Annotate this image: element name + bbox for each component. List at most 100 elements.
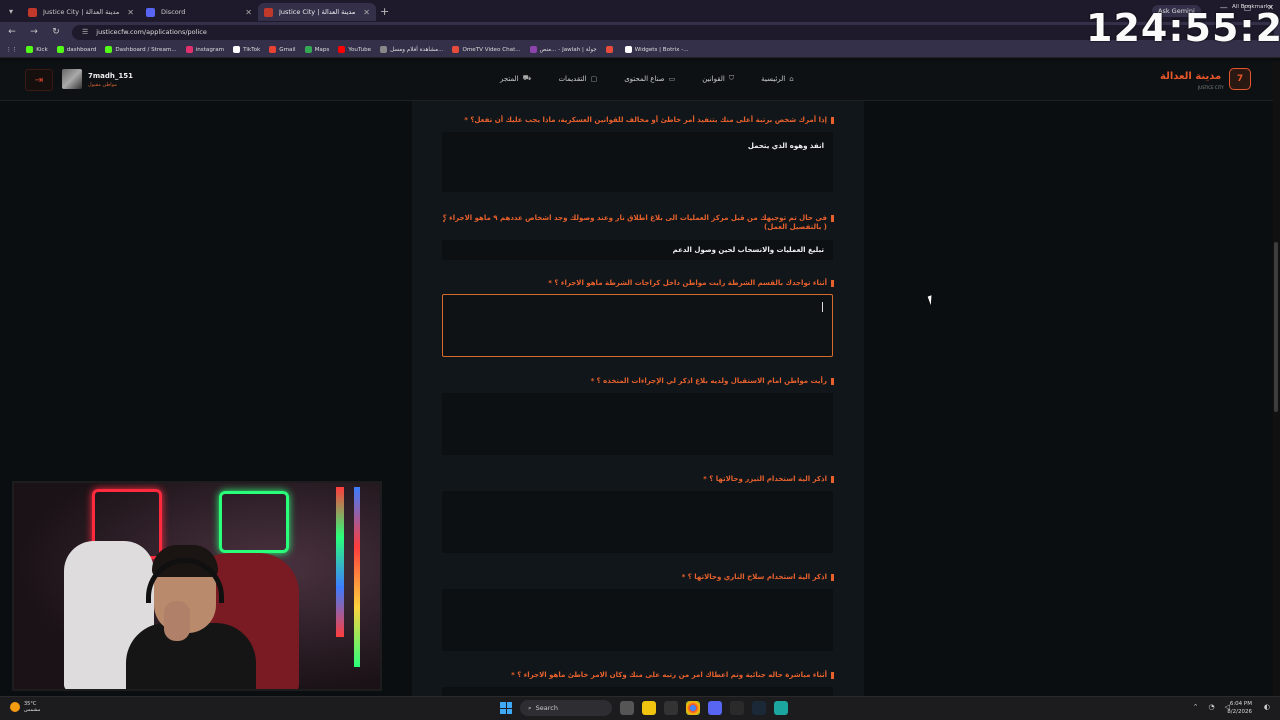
system-tray: ⌃ ◔ ◁ xyxy=(1193,703,1230,711)
tab-close-icon[interactable]: ✕ xyxy=(363,8,370,17)
steam-icon[interactable] xyxy=(752,701,766,715)
bookmark-item[interactable]: منص... - Jawlah | جولة xyxy=(529,46,597,53)
brand-logo-icon[interactable]: 7 xyxy=(1229,68,1251,90)
bookmark-item[interactable]: TikTok xyxy=(233,46,260,53)
tab-label: Justice City | مدينة العدالة xyxy=(279,8,356,16)
bookmark-label: dashboard xyxy=(66,46,97,53)
logout-icon: ⇥ xyxy=(34,74,44,86)
bookmark-item[interactable]: instagram xyxy=(185,46,225,53)
bookmark-item[interactable]: Gmail xyxy=(269,46,296,53)
apps-icon[interactable]: ⋮⋮ xyxy=(6,47,17,53)
taskbar-date: 8/2/2026 xyxy=(1227,709,1252,715)
answer-text: تبليغ العمليات والانسحاب لحين وصول الدعم xyxy=(672,246,824,254)
question-label: اذكر الية استخدام سلاح الناري وحالاتها ؟… xyxy=(442,573,834,582)
question-label: إذا أمرك شخص برتبة أعلى منك بتنفيذ أمر خ… xyxy=(442,116,834,125)
bookmark-label: Kick xyxy=(36,46,48,53)
stream-timer: 124:55:25 xyxy=(1086,6,1280,50)
nav-home[interactable]: ⌂ الرئيسية xyxy=(761,74,794,83)
bookmark-favicon-icon xyxy=(338,46,346,53)
bookmark-item[interactable]: Maps xyxy=(304,46,329,53)
tab-label: Justice City | مدينة العدالة xyxy=(43,8,120,16)
nav-label: الرئيسية xyxy=(761,74,786,83)
bookmark-label: Widgets | Botrix -... xyxy=(634,46,689,53)
nav-creators[interactable]: ▭ صناع المحتوى xyxy=(624,74,675,83)
page-scrollbar[interactable] xyxy=(1273,62,1280,696)
terminal-icon[interactable] xyxy=(664,701,678,715)
search-icon: ⌕ xyxy=(528,703,532,712)
edge-icon[interactable] xyxy=(774,701,788,715)
answer-textarea[interactable]: انفذ وهوه الذي يتحمل xyxy=(442,132,833,192)
discord-icon xyxy=(146,7,155,17)
answer-textarea[interactable] xyxy=(442,589,833,651)
tab-search-icon[interactable]: ▾ xyxy=(0,0,22,22)
bookmark-item[interactable]: OmeTV Video Chat... xyxy=(452,46,521,53)
chrome-icon[interactable] xyxy=(686,701,700,715)
logout-button[interactable]: ⇥ xyxy=(25,69,53,91)
browser-tab-active[interactable]: Justice City | مدينة العدالة ✕ xyxy=(258,3,376,21)
brand-subtitle: JUSTICE CITY xyxy=(1198,85,1224,90)
back-icon[interactable]: ← xyxy=(6,27,18,37)
question-label: أثناء تواجدك بالقسم الشرطة رايت مواطن دا… xyxy=(442,279,834,288)
bookmark-item[interactable]: مشاهدة أفلام ومسل... xyxy=(380,46,443,53)
notification-icon[interactable]: ◐ xyxy=(1264,703,1270,711)
new-tab-button[interactable]: + xyxy=(380,5,389,18)
answer-textarea-focused[interactable] xyxy=(442,294,833,357)
nav-label: صناع المحتوى xyxy=(624,74,665,83)
discord-icon[interactable] xyxy=(708,701,722,715)
avatar[interactable] xyxy=(62,69,82,89)
home-icon: ⌂ xyxy=(789,74,794,83)
brand-title[interactable]: مدينة العدالة xyxy=(1160,71,1221,82)
wifi-icon[interactable]: ◔ xyxy=(1209,703,1215,711)
streamer-body xyxy=(126,623,256,689)
bookmark-favicon-icon xyxy=(452,46,460,53)
neon-strip xyxy=(354,487,360,667)
bookmark-favicon-icon xyxy=(56,46,64,53)
bookmark-item[interactable]: Dashboard / Stream... xyxy=(105,46,177,53)
reload-icon[interactable]: ↻ xyxy=(50,27,62,37)
nav-label: القوانين xyxy=(702,74,725,83)
text-caret xyxy=(822,302,823,312)
weather-widget[interactable]: 35°C مشمس xyxy=(10,701,40,713)
weather-desc: مشمس xyxy=(24,707,41,713)
bookmark-item[interactable]: dashboard xyxy=(56,46,97,53)
start-icon[interactable] xyxy=(500,702,512,714)
answer-textarea[interactable] xyxy=(442,491,833,553)
browser-tab[interactable]: Justice City | مدينة العدالة ✕ xyxy=(22,3,140,21)
nav-applications[interactable]: ▢ التقديمات xyxy=(558,74,597,83)
bookmark-item[interactable]: YouTube xyxy=(338,46,371,53)
taskbar-search[interactable]: ⌕ Search xyxy=(520,700,612,716)
bookmark-favicon-icon xyxy=(269,46,277,53)
question-label: في حال تم توجيهك من قبل مركز العمليات ال… xyxy=(442,214,834,232)
nav-label: المتجر xyxy=(500,74,519,83)
tab-close-icon[interactable]: ✕ xyxy=(127,8,134,17)
bookmark-favicon-icon xyxy=(26,46,34,53)
scroll-thumb[interactable] xyxy=(1274,242,1278,412)
file-explorer-icon[interactable] xyxy=(642,701,656,715)
answer-textarea[interactable] xyxy=(442,687,833,696)
bookmark-favicon-icon xyxy=(380,46,388,53)
forward-icon[interactable]: → xyxy=(28,27,40,37)
bookmark-label: instagram xyxy=(195,46,225,53)
bookmark-item[interactable]: Widgets | Botrix -... xyxy=(624,46,689,53)
site-info-icon[interactable]: ☰ xyxy=(82,28,88,36)
answer-textarea[interactable] xyxy=(442,393,833,455)
webcam-overlay xyxy=(12,481,382,691)
chevron-up-icon[interactable]: ⌃ xyxy=(1193,703,1199,711)
nav-rules[interactable]: ⛉ القوانين xyxy=(702,74,734,83)
taskbar-clock[interactable]: 6:04 PM 8/2/2026 xyxy=(1227,700,1252,716)
bookmark-item[interactable]: Kick xyxy=(26,46,48,53)
streamer-hand xyxy=(164,601,190,641)
site-header: ⇥ 7madh_151 مواطن مقبول ⌂ الرئيسية ⛉ القوا… xyxy=(0,61,1280,101)
bookmark-item[interactable] xyxy=(605,46,616,53)
answer-textarea[interactable]: تبليغ العمليات والانسحاب لحين وصول الدعم xyxy=(442,240,833,260)
bookmark-label: YouTube xyxy=(348,46,372,53)
nav-store[interactable]: ⛟ المتجر xyxy=(500,74,531,83)
xbox-icon[interactable] xyxy=(730,701,744,715)
bookmark-favicon-icon xyxy=(304,46,312,53)
bookmark-label: OmeTV Video Chat... xyxy=(462,46,521,53)
browser-tab[interactable]: Discord ✕ xyxy=(140,3,258,21)
question-label: أثناء مباشرة حاله جنائية وتم اعطاك امر م… xyxy=(442,671,834,680)
tab-close-icon[interactable]: ✕ xyxy=(245,8,252,17)
bookmark-favicon-icon xyxy=(185,46,193,53)
task-view-icon[interactable] xyxy=(620,701,634,715)
